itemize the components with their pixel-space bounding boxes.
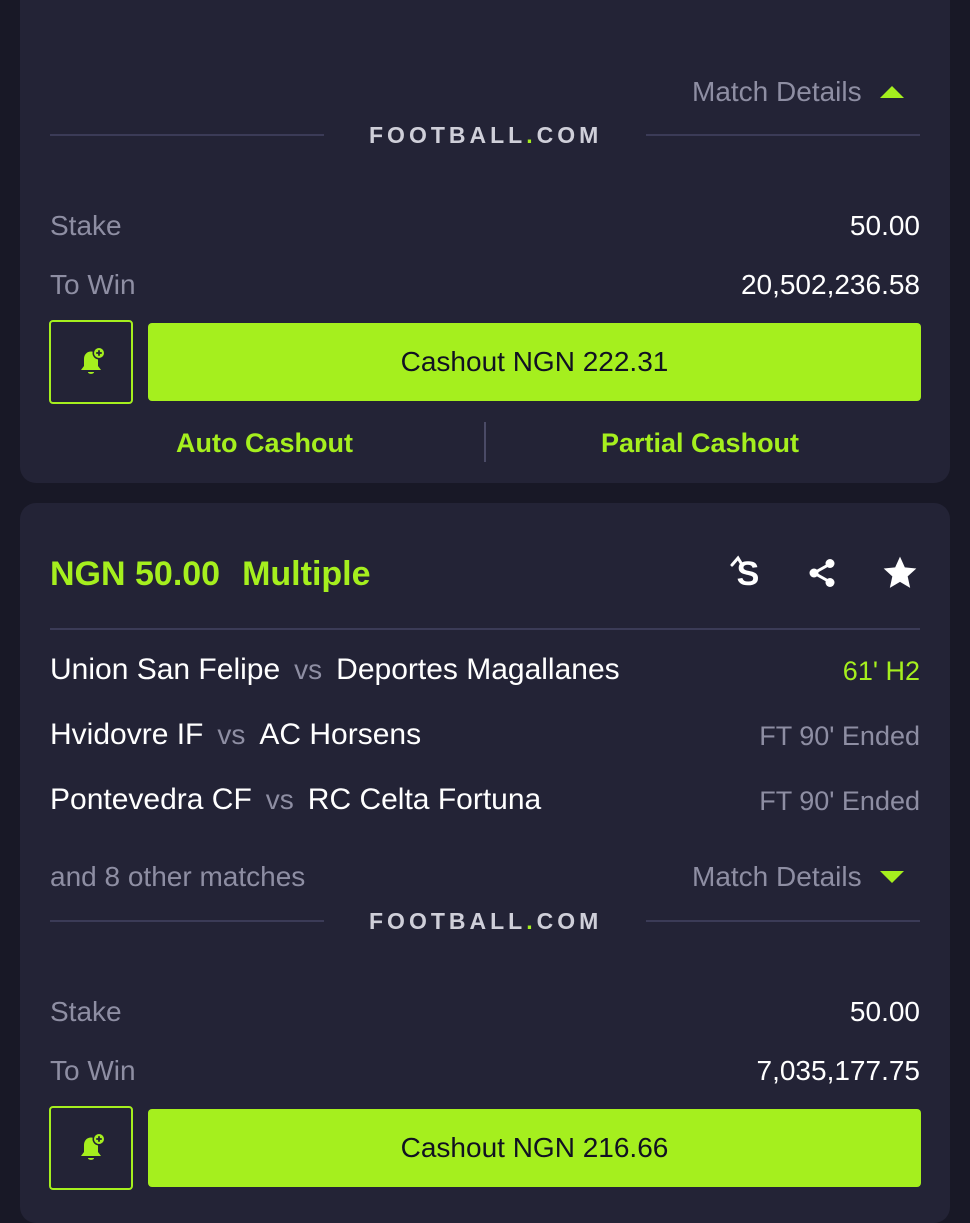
partial-cashout-link[interactable]: Partial Cashout bbox=[601, 428, 799, 459]
stake-value: 50.00 bbox=[849, 996, 920, 1027]
to-win-value: 20,502,236.58 bbox=[740, 269, 920, 300]
bet-header: NGN 50.00 Multiple bbox=[50, 555, 371, 594]
to-win-value: 7,035,177.75 bbox=[756, 1055, 921, 1086]
match-details-toggle[interactable]: Match Details bbox=[692, 76, 904, 108]
to-win-label: To Win bbox=[50, 269, 136, 300]
bet-card-2: NGN 50.00 Multiple S Union San Felipe vs De… bbox=[20, 503, 950, 1223]
match-details-label: Match Details bbox=[692, 76, 862, 107]
match-row-1[interactable]: Union San Felipe vs Deportes Magallanes bbox=[50, 653, 620, 687]
stake-value: 50.00 bbox=[849, 210, 920, 241]
cashout-button[interactable]: Cashout NGN 216.66 bbox=[148, 1109, 921, 1187]
chevron-down-icon bbox=[879, 871, 904, 883]
cashout-alert-button[interactable] bbox=[49, 1106, 133, 1190]
bell-plus-icon bbox=[81, 1132, 106, 1160]
cashout-button[interactable]: Cashout NGN 222.31 bbox=[148, 323, 921, 401]
auto-cashout-link[interactable]: Auto Cashout bbox=[176, 428, 353, 459]
link-separator bbox=[484, 422, 486, 462]
divider-right bbox=[646, 920, 920, 922]
divider-left bbox=[50, 920, 324, 922]
match-row-3[interactable]: Pontevedra CF vs RC Celta Fortuna bbox=[50, 783, 541, 817]
header-divider bbox=[50, 628, 920, 630]
football-com-logo: FOOTBALL.COM bbox=[369, 122, 603, 148]
stake-label: Stake bbox=[50, 996, 122, 1027]
chevron-up-icon bbox=[879, 86, 904, 98]
bet-type: Multiple bbox=[242, 555, 371, 593]
share-icon[interactable] bbox=[800, 551, 844, 595]
to-win-label: To Win bbox=[50, 1055, 136, 1086]
match-status-ended: FT 90' Ended bbox=[759, 721, 920, 751]
stake-label: Stake bbox=[50, 210, 122, 241]
bell-plus-icon bbox=[81, 346, 106, 374]
football-com-logo: FOOTBALL.COM bbox=[369, 908, 603, 934]
divider-right bbox=[646, 134, 920, 136]
match-details-toggle[interactable]: Match Details bbox=[692, 861, 904, 893]
star-icon[interactable] bbox=[878, 551, 922, 595]
match-status-live: 61' H2 bbox=[842, 656, 920, 686]
divider-left bbox=[50, 134, 324, 136]
bet-amount: NGN 50.00 bbox=[50, 555, 221, 593]
match-status-ended: FT 90' Ended bbox=[759, 786, 920, 816]
cashout-alert-button[interactable] bbox=[49, 320, 133, 404]
other-matches-text: and 8 other matches bbox=[50, 861, 306, 892]
sportybet-s-icon[interactable]: S bbox=[726, 551, 770, 595]
match-details-label: Match Details bbox=[692, 861, 862, 892]
bet-card-1: Match Details FOOTBALL.COM Stake 50.00 T… bbox=[20, 0, 950, 483]
match-row-2[interactable]: Hvidovre IF vs AC Horsens bbox=[50, 718, 421, 752]
